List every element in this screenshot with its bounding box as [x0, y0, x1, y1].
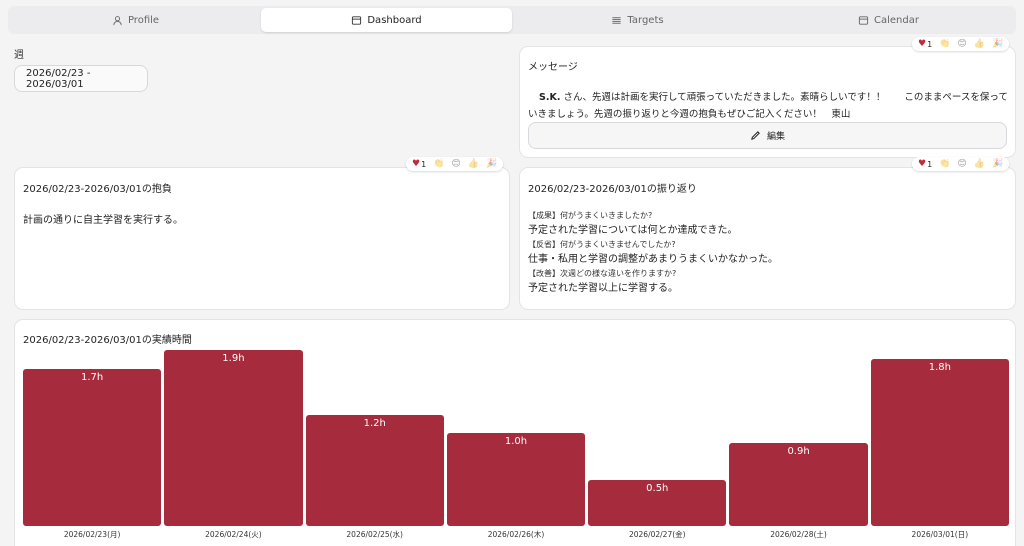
thumbs-up-icon: 👍	[973, 158, 985, 169]
heart-icon: ♥	[918, 38, 927, 49]
edit-button[interactable]: 編集	[528, 122, 1007, 149]
party-icon: 🎉	[992, 38, 1004, 49]
x-axis-label: 2026/02/24(火)	[205, 530, 262, 539]
pencil-icon	[751, 131, 760, 140]
tab-calendar-label: Calendar	[874, 14, 919, 26]
smile-reaction[interactable]: 😊	[957, 38, 967, 49]
tab-calendar[interactable]: Calendar	[763, 8, 1014, 32]
chart-bar: 1.8h	[870, 359, 1009, 526]
reflection-title: 2026/02/23-2026/03/01の振り返り	[528, 184, 697, 195]
bar-value-label: 0.5h	[646, 482, 669, 494]
clap-reaction[interactable]: 👏	[939, 38, 951, 49]
clap-reaction[interactable]: 👏	[939, 158, 951, 169]
smile-icon: 😊	[451, 158, 461, 169]
message-card: メッセージ S.K. さん、先週は計画を実行して頑張っていただきました。素晴らし…	[519, 46, 1016, 158]
party-reaction[interactable]: 🎉	[992, 158, 1004, 169]
x-axis-label: 2026/02/25(水)	[346, 530, 403, 539]
reflection-body: 【成果】何がうまくいきましたか? 予定された学習については何とか達成できた。 【…	[528, 210, 778, 297]
x-axis-label: 2026/02/26(木)	[487, 530, 545, 539]
user-icon	[113, 15, 122, 25]
message-reactions: ♥ 1 👏 😊 👍 🎉	[912, 37, 1010, 51]
performance-chart: 1.7h 2026/02/23(月) 1.9h 2026/02/24(火) 1.2h 20…	[23, 350, 1009, 539]
chart-bar: 0.9h	[729, 442, 868, 526]
chart-bar: 1.9h	[164, 350, 303, 526]
performance-card: 2026/02/23-2026/03/01の実績時間 1.7h 2026/02/2…	[14, 319, 1016, 546]
week-label: 週	[14, 50, 24, 61]
smile-icon: 😊	[957, 38, 967, 49]
bar-value-label: 1.2h	[363, 417, 386, 429]
thumbs-up-reaction[interactable]: 👍	[467, 158, 479, 169]
message-line1-text: さん、先週は計画を実行して頑張っていただきました。素晴らしいです！！ このままペ…	[560, 92, 1008, 103]
dashboard-icon	[352, 15, 362, 25]
clap-icon: 👏	[939, 38, 951, 49]
tab-targets-label: Targets	[627, 14, 664, 26]
goal-card: 2026/02/23-2026/03/01の抱負 計画の通りに自主学習を実行する…	[14, 167, 510, 310]
reflection-q1: 【成果】何がうまくいきましたか?	[528, 211, 653, 220]
tab-profile[interactable]: Profile	[10, 8, 261, 32]
clap-reaction[interactable]: 👏	[433, 158, 445, 169]
chart-bar: 1.2h	[305, 414, 444, 526]
bar-value-label: 1.0h	[504, 436, 528, 448]
thumbs-up-reaction[interactable]: 👍	[973, 158, 985, 169]
x-axis-label: 2026/02/23(月)	[63, 530, 121, 539]
x-axis-label: 2026/02/28(土)	[770, 530, 827, 539]
heart-icon: ♥	[412, 158, 421, 169]
tab-targets[interactable]: Targets	[512, 8, 763, 32]
party-reaction[interactable]: 🎉	[486, 158, 498, 169]
goal-reactions: ♥ 1 👏 😊 👍 🎉	[406, 157, 504, 171]
list-icon	[612, 16, 622, 24]
message-line1: S.K. さん、先週は計画を実行して頑張っていただきました。素晴らしいです！！ …	[528, 89, 1012, 106]
reflection-a1: 予定された学習については何とか達成できた。	[528, 225, 738, 236]
bar-value-label: 1.8h	[928, 362, 951, 374]
clap-icon: 👏	[939, 158, 951, 169]
heart-reaction[interactable]: ♥ 1	[918, 38, 933, 49]
week-select[interactable]: 2026/02/23 - 2026/03/01	[14, 65, 148, 92]
reflection-card: 2026/02/23-2026/03/01の振り返り 【成果】何がうまくいきまし…	[519, 167, 1016, 310]
chart-bar: 0.5h	[588, 479, 727, 526]
message-title: メッセージ	[528, 62, 578, 73]
smile-icon: 😊	[957, 158, 967, 169]
reflection-q2: 【反省】何がうまくいきませんでしたか?	[528, 240, 676, 249]
smile-reaction[interactable]: 😊	[957, 158, 967, 169]
reflection-reactions: ♥ 1 👏 😊 👍 🎉	[912, 157, 1010, 171]
bar-value-label: 1.7h	[81, 371, 104, 383]
calendar-icon	[858, 15, 869, 25]
heart-count: 1	[927, 39, 933, 49]
heart-reaction[interactable]: ♥ 1	[412, 158, 427, 169]
week-selector: 週 2026/02/23 - 2026/03/01	[14, 46, 148, 92]
message-body: S.K. さん、先週は計画を実行して頑張っていただきました。素晴らしいです！！ …	[528, 89, 1012, 123]
goal-text: 計画の通りに自主学習を実行する。	[23, 215, 183, 226]
bar-value-label: 0.9h	[787, 445, 810, 457]
goal-title: 2026/02/23-2026/03/01の抱負	[23, 184, 172, 195]
party-reaction[interactable]: 🎉	[992, 38, 1004, 49]
heart-icon: ♥	[918, 158, 927, 169]
bar-value-label: 1.9h	[222, 353, 245, 364]
main-tabs: Profile Dashboard Targets Calendar	[8, 6, 1016, 34]
smile-reaction[interactable]: 😊	[451, 158, 461, 169]
tab-profile-label: Profile	[127, 14, 160, 26]
heart-reaction[interactable]: ♥ 1	[918, 158, 933, 169]
heart-count: 1	[421, 159, 427, 169]
message-line2: いきましょう。先週の振り返りと今週の抱負もぜひご記入ください！ 東山	[528, 109, 851, 120]
reflection-a3: 予定された学習以上に学習する。	[528, 283, 678, 294]
tab-dashboard[interactable]: Dashboard	[261, 8, 512, 32]
chart-bar: 1.0h	[446, 433, 586, 526]
edit-button-label: 編集	[766, 132, 785, 142]
x-axis-label: 2026/03/01(日)	[911, 530, 969, 539]
reflection-q3: 【改善】次週どの様な違いを作りますか?	[528, 269, 677, 278]
reflection-a2: 仕事・私用と学習の調整があまりうまくいかなかった。	[528, 254, 778, 265]
clap-icon: 👏	[433, 158, 445, 169]
x-axis-label: 2026/02/27(金)	[628, 530, 686, 539]
thumbs-up-icon: 👍	[467, 158, 479, 169]
message-author: S.K.	[539, 92, 561, 103]
tab-dashboard-label: Dashboard	[367, 14, 422, 26]
thumbs-up-reaction[interactable]: 👍	[973, 38, 985, 49]
thumbs-up-icon: 👍	[973, 38, 985, 49]
performance-title: 2026/02/23-2026/03/01の実績時間	[23, 335, 192, 346]
party-icon: 🎉	[992, 158, 1004, 169]
chart-bar: 1.7h	[23, 368, 162, 526]
party-icon: 🎉	[486, 158, 498, 169]
heart-count: 1	[927, 159, 933, 169]
